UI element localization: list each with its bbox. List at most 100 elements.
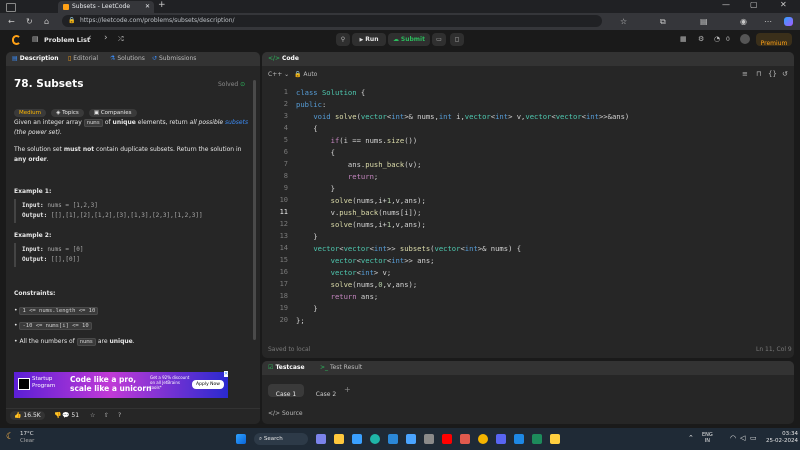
submit-button[interactable]: ☁ Submit [388,33,430,46]
home-icon[interactable]: ⌂ [44,13,49,30]
browser-tab[interactable]: Subsets - LeetCode ✕ [58,1,154,13]
companies-label: Companies [100,110,132,116]
problem-list-link[interactable]: Problem List [44,36,90,44]
shuffle-icon[interactable]: ⤮ [118,35,124,44]
dislike-icon[interactable]: 👎 [54,412,61,419]
youtube-icon[interactable] [442,434,452,444]
code-editor[interactable]: class Solution { public: void solve(vect… [262,88,794,328]
chrome-icon[interactable] [478,434,488,444]
clock-time[interactable]: 03:34 [766,431,798,438]
code-icon: </> [268,55,281,62]
tab-test-result[interactable]: >_ Test Result [320,361,362,375]
leetcode-logo-icon[interactable] [12,35,21,45]
weather-icon[interactable]: ☾ [6,432,14,442]
layout-icon[interactable]: ▦ [680,35,687,43]
source-toggle[interactable]: </> Source [268,410,303,417]
copilot-icon[interactable] [784,17,793,26]
profile-icon[interactable]: ◉ [740,13,747,30]
notes-button[interactable]: ▭ [432,33,446,46]
ad-headline-1: Code like a pro, [70,375,137,384]
favorites-icon[interactable]: ☆ [620,13,627,30]
app-icon-red[interactable] [460,434,470,444]
window-menu-icon[interactable] [6,3,16,12]
play-icon: ▶ [359,37,364,43]
reset-icon[interactable]: ↺ [782,70,788,78]
more-icon[interactable]: ⋯ [764,13,772,30]
start-icon[interactable] [236,434,246,444]
settings-app-icon[interactable] [424,434,434,444]
streak-icon[interactable]: ◔ [714,35,720,43]
chat-icon: ◻ [454,36,460,43]
run-button[interactable]: ▶ Run [352,33,386,46]
scrollbar[interactable] [253,80,256,340]
lock-icon: 🔒 [294,71,302,78]
ex1-output-label: Output: [22,212,48,219]
likes-count: 16.5K [23,412,41,419]
difficulty-badge: Medium [14,109,46,117]
tab-submissions[interactable]: ↺ Submissions [152,52,196,66]
volume-icon[interactable]: ◁ [740,434,745,442]
search-box[interactable]: ⌕ Search [254,433,308,445]
app-icon-green[interactable] [532,434,542,444]
braces-icon[interactable]: {} [768,70,777,78]
url-field[interactable]: 🔒 https://leetcode.com/problems/subsets/… [62,15,602,27]
auto-mode-toggle[interactable]: 🔒 Auto [294,71,317,78]
premium-button[interactable]: Premium [756,33,792,47]
ad-banner[interactable]: Startup Program Code like a pro, scale l… [14,371,229,398]
discord-icon[interactable] [496,434,506,444]
edge-icon[interactable] [370,434,380,444]
back-icon[interactable]: ← [8,13,15,30]
format-icon[interactable]: ≡ [742,70,748,78]
ex2-input: nums = [0] [47,246,84,253]
reload-icon[interactable]: ↻ [26,13,33,30]
url-text: https://leetcode.com/problems/subsets/de… [80,17,235,24]
topics-button[interactable]: ◈ Topics [51,109,84,117]
file-explorer-icon[interactable] [334,434,344,444]
share-icon[interactable]: ⇧ [104,412,109,419]
ad-close-icon[interactable]: ✕ [224,371,229,377]
wifi-icon[interactable]: ◠ [730,434,736,442]
close-window-icon[interactable]: ✕ [780,0,787,9]
debug-button[interactable]: ⚲ [336,33,350,46]
constraint-3: • All the numbers of nums are unique. [14,338,135,346]
favorite-icon[interactable]: ☆ [90,412,95,419]
gallery-icon[interactable] [406,434,416,444]
tray-chevron-icon[interactable]: ⌃ [688,434,694,442]
tab-title: Subsets - LeetCode [72,3,131,10]
settings-icon[interactable]: ⚙ [698,35,704,43]
photos-icon[interactable] [352,434,362,444]
add-case-button[interactable]: + [344,385,351,394]
help-icon[interactable]: ? [118,412,121,419]
subsets-link[interactable]: subsets [225,119,248,126]
minimize-icon[interactable]: — [722,0,730,9]
vscode-icon[interactable] [514,434,524,444]
case-2-label: Case 2 [315,391,337,398]
teams-icon[interactable] [316,434,326,444]
new-tab-button[interactable]: + [158,0,166,10]
next-problem-icon[interactable]: › [104,33,108,43]
tab-testcase[interactable]: ☑ Testcase [268,361,305,375]
avatar[interactable] [740,34,750,44]
like-button[interactable]: 👍 16.5K [10,411,45,420]
language-select[interactable]: C++ ⌄ [268,71,289,78]
close-tab-icon[interactable]: ✕ [145,1,150,13]
store-icon[interactable] [388,434,398,444]
maximize-icon[interactable]: ▢ [750,0,758,9]
collections-icon[interactable]: ▤ [700,13,708,30]
tab-description[interactable]: ▤ Description [12,52,59,66]
case-2-button[interactable]: Case 2 [308,384,344,398]
feedback-button[interactable]: ◻ [450,33,464,46]
extensions-icon[interactable]: ⧉ [660,13,666,30]
ad-cta-button[interactable]: Apply Now [192,380,224,389]
prev-problem-icon[interactable]: ‹ [88,33,92,43]
case-1-button[interactable]: Case 1 [268,384,304,398]
tab-editorial[interactable]: ▯ Editorial [68,52,98,66]
comments-button[interactable]: 💬 51 [62,412,79,419]
notes-app-icon[interactable] [550,434,560,444]
tab-solutions[interactable]: ⚗ Solutions [110,52,145,66]
battery-icon[interactable]: ▭ [750,434,757,442]
companies-button[interactable]: ▣ Companies [88,109,137,117]
bookmark-icon[interactable]: ⊓ [756,70,761,78]
editorial-icon: ▯ [68,55,72,62]
code-panel: </> Code C++ ⌄ 🔒 Auto ≡ ⊓ {} ↺ 123456789… [262,52,794,358]
